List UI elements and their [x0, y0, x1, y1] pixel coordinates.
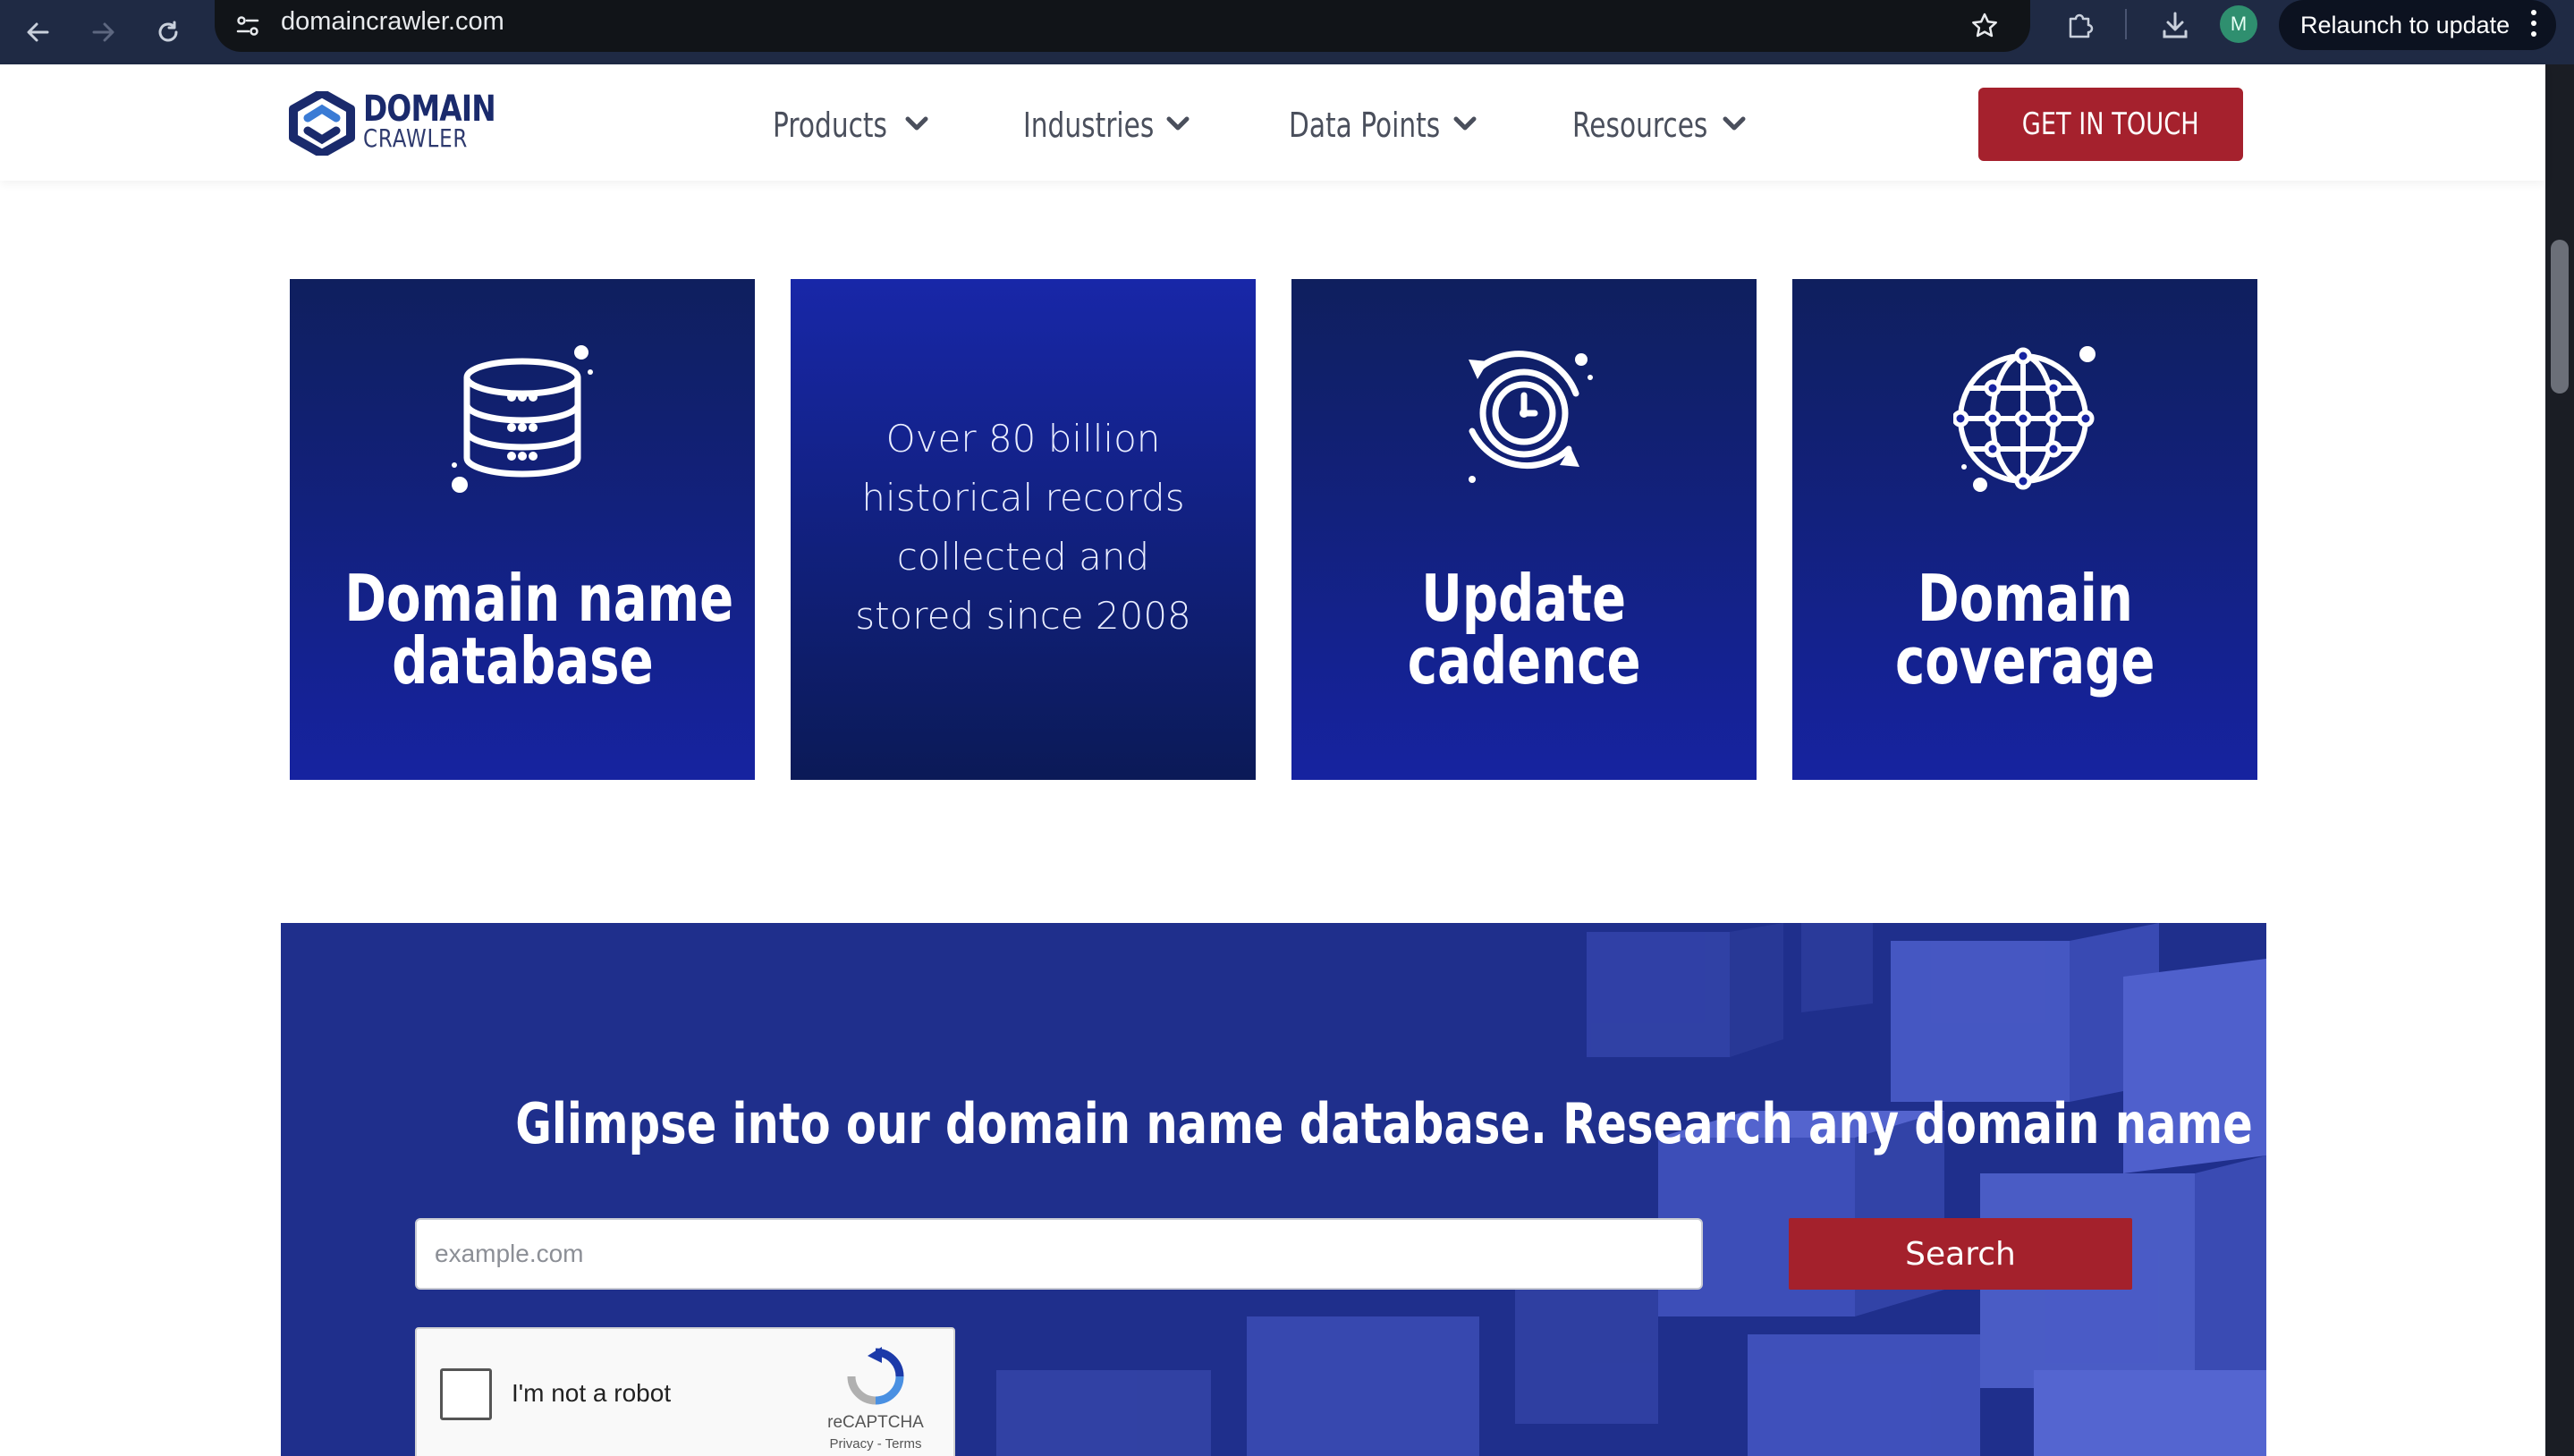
card-domain-coverage: Domain coverage: [1792, 279, 2257, 780]
card-title-line1: Update: [1421, 561, 1627, 636]
url-text: domaincrawler.com: [281, 7, 504, 36]
card-title-line2: cadence: [1407, 623, 1641, 698]
chevron-down-icon: [1723, 116, 1746, 131]
nav-products-label: Products: [773, 106, 887, 145]
nav-resources[interactable]: Resources: [1572, 100, 1751, 150]
recaptcha-logo-icon: [847, 1347, 904, 1405]
extensions-icon[interactable]: [2053, 0, 2107, 50]
relaunch-label: Relaunch to update: [2300, 11, 2510, 38]
nav-data-points-label: Data Points: [1289, 106, 1441, 145]
nav-industries-label: Industries: [1023, 106, 1155, 145]
card-update-cadence: Update cadence: [1291, 279, 1757, 780]
toolbar-divider: [2125, 9, 2127, 39]
card-stat-text: Over 80 billion historical records colle…: [844, 410, 1202, 646]
menu-dots-icon[interactable]: [2529, 7, 2538, 47]
nav-data-points[interactable]: Data Points: [1289, 100, 1480, 150]
nav-industries[interactable]: Industries: [1023, 100, 1193, 150]
scrollbar-thumb[interactable]: [2551, 240, 2569, 394]
card-title-line2: coverage: [1894, 623, 2155, 698]
search-heading-text: Glimpse into our domain name database. R…: [515, 1091, 2266, 1156]
site-header: DOMAIN CRAWLER Products Industries Data …: [0, 64, 2545, 181]
back-icon[interactable]: [9, 4, 66, 61]
forward-icon[interactable]: [75, 4, 132, 61]
recaptcha-checkbox[interactable]: [440, 1368, 492, 1420]
stat-line: historical records: [861, 476, 1185, 520]
recaptcha-widget: I'm not a robot reCAPTCHA Privacy - Term…: [415, 1327, 955, 1456]
domain-search-banner: Glimpse into our domain name database. R…: [281, 923, 2266, 1456]
chevron-down-icon: [905, 116, 928, 131]
card-title: Update cadence: [1291, 561, 1757, 698]
download-icon[interactable]: [2148, 0, 2202, 50]
card-title: Domain name database: [290, 561, 755, 698]
get-in-touch-button[interactable]: GET IN TOUCH: [1978, 88, 2243, 161]
recaptcha-privacy-terms-links[interactable]: Privacy - Terms: [801, 1436, 950, 1452]
domaincrawler-logo[interactable]: DOMAIN CRAWLER: [288, 88, 496, 159]
recaptcha-brand: reCAPTCHA: [827, 1413, 924, 1432]
logo-text-crawler: CRAWLER: [363, 123, 469, 153]
nav-resources-label: Resources: [1572, 106, 1708, 145]
site-info-icon[interactable]: [225, 4, 270, 48]
bookmark-star-icon[interactable]: [1960, 2, 2009, 50]
card-title-line1: Domain: [1917, 561, 2133, 636]
domain-search-input[interactable]: [415, 1218, 1703, 1290]
logo-mark-icon: [289, 91, 355, 156]
card-title-line1: Domain name: [344, 561, 734, 636]
browser-toolbar: domaincrawler.com M Relaunch to update: [0, 0, 2574, 64]
stat-line: Over 80 billion: [885, 417, 1161, 461]
search-button-label: Search: [1905, 1235, 2016, 1273]
relaunch-to-update-button[interactable]: Relaunch to update: [2279, 0, 2556, 50]
profile-avatar[interactable]: M: [2220, 5, 2257, 43]
chevron-down-icon: [1453, 116, 1477, 131]
address-bar[interactable]: domaincrawler.com: [215, 0, 2030, 52]
globe-network-icon: [1953, 346, 2096, 492]
card-historical-records: Over 80 billion historical records colle…: [791, 279, 1256, 780]
clock-refresh-icon: [1469, 351, 1593, 483]
stat-line: collected and: [896, 535, 1150, 579]
recaptcha-label: I'm not a robot: [512, 1379, 672, 1407]
card-title: Domain coverage: [1792, 561, 2257, 698]
card-domain-name-database: Domain name database: [290, 279, 755, 780]
search-heading: Glimpse into our domain name database. R…: [281, 1091, 2266, 1156]
nav-products[interactable]: Products: [773, 100, 934, 150]
chevron-down-icon: [1166, 116, 1190, 131]
page-scrollbar[interactable]: [2545, 64, 2574, 1456]
reload-icon[interactable]: [140, 4, 197, 61]
get-in-touch-label: GET IN TOUCH: [2022, 106, 2199, 142]
search-button[interactable]: Search: [1789, 1218, 2132, 1290]
database-icon: [452, 345, 593, 493]
card-title-line2: database: [391, 623, 654, 698]
stat-line: stored since 2008: [855, 594, 1191, 638]
